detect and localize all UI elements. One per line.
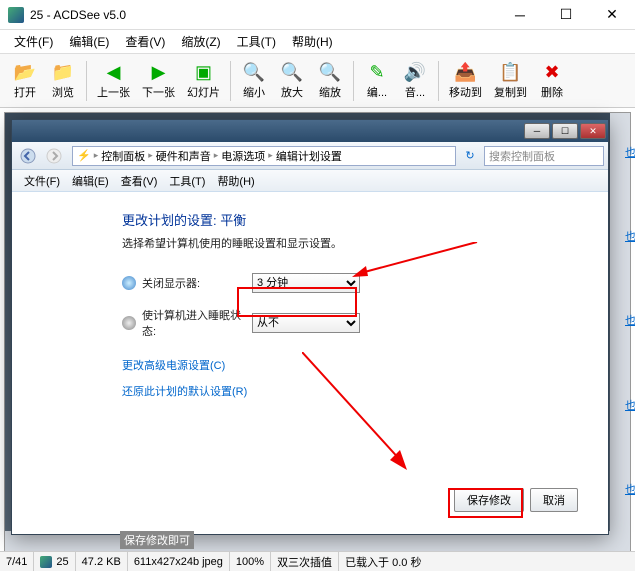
advanced-link[interactable]: 更改高级电源设置(C) <box>122 357 608 373</box>
toolbar: 📂打开 📁浏览 ◀上一张 ▶下一张 ▣幻灯片 🔍缩小 🔍放大 🔍缩放 ✎编...… <box>0 54 635 108</box>
breadcrumb[interactable]: ⚡ ▸ 控制面板 ▸ 硬件和声音 ▸ 电源选项 ▸ 编辑计划设置 <box>72 146 456 166</box>
zoom-button[interactable]: 🔍缩放 <box>311 60 349 102</box>
window-title: 25 - ACDSee v5.0 <box>30 8 497 22</box>
right-link-strip: 也 也 也 也 也 <box>625 110 635 531</box>
monitor-icon <box>122 276 136 290</box>
display-off-label: 关闭显示器: <box>142 275 252 291</box>
overlay-hint: 保存修改即可 <box>120 531 194 549</box>
strip-link[interactable]: 也 <box>625 144 635 160</box>
save-button[interactable]: 保存修改 <box>454 488 524 512</box>
display-off-row: 关闭显示器: 3 分钟 <box>122 273 608 293</box>
strip-link[interactable]: 也 <box>625 481 635 497</box>
content-pane: 更改计划的设置: 平衡 选择希望计算机使用的睡眠设置和显示设置。 关闭显示器: … <box>12 192 608 532</box>
menu-tools[interactable]: 工具(T) <box>229 30 284 53</box>
minimize-button[interactable]: ─ <box>497 0 543 30</box>
app-icon <box>8 7 24 23</box>
titlebar: 25 - ACDSee v5.0 ─ ☐ ✕ <box>0 0 635 30</box>
inner-menubar: 文件(F) 编辑(E) 查看(V) 工具(T) 帮助(H) <box>12 170 608 192</box>
refresh-button[interactable]: ↻ <box>460 146 480 166</box>
prev-button[interactable]: ◀上一张 <box>91 60 136 102</box>
strip-link[interactable]: 也 <box>625 312 635 328</box>
status-dimensions: 611x427x24b jpeg <box>128 552 230 571</box>
inner-menu-help[interactable]: 帮助(H) <box>211 171 260 191</box>
status-zoom: 100% <box>230 552 271 571</box>
display-off-select[interactable]: 3 分钟 <box>252 273 360 293</box>
page-heading: 更改计划的设置: 平衡 <box>122 210 608 229</box>
zoomout-button[interactable]: 🔍缩小 <box>235 60 273 102</box>
menubar: 文件(F) 编辑(E) 查看(V) 缩放(Z) 工具(T) 帮助(H) <box>0 30 635 54</box>
inner-minimize-button[interactable]: ─ <box>524 123 550 139</box>
sleep-select[interactable]: 从不 <box>252 313 360 333</box>
browse-button[interactable]: 📁浏览 <box>44 60 82 102</box>
restore-link[interactable]: 还原此计划的默认设置(R) <box>122 383 608 399</box>
copyto-button[interactable]: 📋复制到 <box>488 60 533 102</box>
image-viewer: ─ ☐ ✕ ⚡ ▸ 控制面板 ▸ 硬件和声音 ▸ 电源选项 ▸ 编辑计划设置 ↻… <box>4 112 631 552</box>
status-loadtime: 已载入于 0.0 秒 <box>339 552 427 571</box>
address-bar: ⚡ ▸ 控制面板 ▸ 硬件和声音 ▸ 电源选项 ▸ 编辑计划设置 ↻ 搜索控制面… <box>12 142 608 170</box>
statusbar: 7/41 25 47.2 KB 611x427x24b jpeg 100% 双三… <box>0 551 635 571</box>
inner-menu-edit[interactable]: 编辑(E) <box>66 171 115 191</box>
sleep-row: 使计算机进入睡眠状态: 从不 <box>122 307 608 339</box>
moveto-button[interactable]: 📤移动到 <box>443 60 488 102</box>
status-filesize: 47.2 KB <box>76 552 128 571</box>
menu-zoom[interactable]: 缩放(Z) <box>173 30 228 53</box>
delete-button[interactable]: ✖删除 <box>533 60 571 102</box>
menu-file[interactable]: 文件(F) <box>6 30 61 53</box>
status-icon <box>40 556 52 568</box>
crumb-cp[interactable]: 控制面板 <box>101 148 145 164</box>
strip-link[interactable]: 也 <box>625 397 635 413</box>
zoomin-button[interactable]: 🔍放大 <box>273 60 311 102</box>
back-button[interactable] <box>16 145 40 167</box>
status-interpolation: 双三次插值 <box>271 552 339 571</box>
audio-button[interactable]: 🔊音... <box>396 60 434 102</box>
inner-window: ─ ☐ ✕ ⚡ ▸ 控制面板 ▸ 硬件和声音 ▸ 电源选项 ▸ 编辑计划设置 ↻… <box>11 119 609 535</box>
sleep-icon <box>122 316 136 330</box>
strip-link[interactable]: 也 <box>625 228 635 244</box>
slideshow-button[interactable]: ▣幻灯片 <box>181 60 226 102</box>
status-position: 7/41 <box>0 552 34 571</box>
crumb-hw[interactable]: 硬件和声音 <box>156 148 211 164</box>
inner-titlebar: ─ ☐ ✕ <box>12 120 608 142</box>
forward-button[interactable] <box>42 145 66 167</box>
page-subtitle: 选择希望计算机使用的睡眠设置和显示设置。 <box>122 235 608 251</box>
menu-view[interactable]: 查看(V) <box>117 30 173 53</box>
inner-close-button[interactable]: ✕ <box>580 123 606 139</box>
maximize-button[interactable]: ☐ <box>543 0 589 30</box>
edit-button[interactable]: ✎编... <box>358 60 396 102</box>
menu-edit[interactable]: 编辑(E) <box>61 30 117 53</box>
sleep-label: 使计算机进入睡眠状态: <box>142 307 252 339</box>
close-button[interactable]: ✕ <box>589 0 635 30</box>
menu-help[interactable]: 帮助(H) <box>284 30 341 53</box>
crumb-edit[interactable]: 编辑计划设置 <box>276 148 342 164</box>
next-button[interactable]: ▶下一张 <box>136 60 181 102</box>
inner-menu-file[interactable]: 文件(F) <box>18 171 66 191</box>
inner-menu-view[interactable]: 查看(V) <box>115 171 164 191</box>
status-index: 25 <box>34 552 75 571</box>
inner-menu-tools[interactable]: 工具(T) <box>163 171 211 191</box>
open-button[interactable]: 📂打开 <box>6 60 44 102</box>
crumb-power[interactable]: 电源选项 <box>221 148 265 164</box>
cancel-button[interactable]: 取消 <box>530 488 578 512</box>
inner-maximize-button[interactable]: ☐ <box>552 123 578 139</box>
search-input[interactable]: 搜索控制面板 <box>484 146 604 166</box>
